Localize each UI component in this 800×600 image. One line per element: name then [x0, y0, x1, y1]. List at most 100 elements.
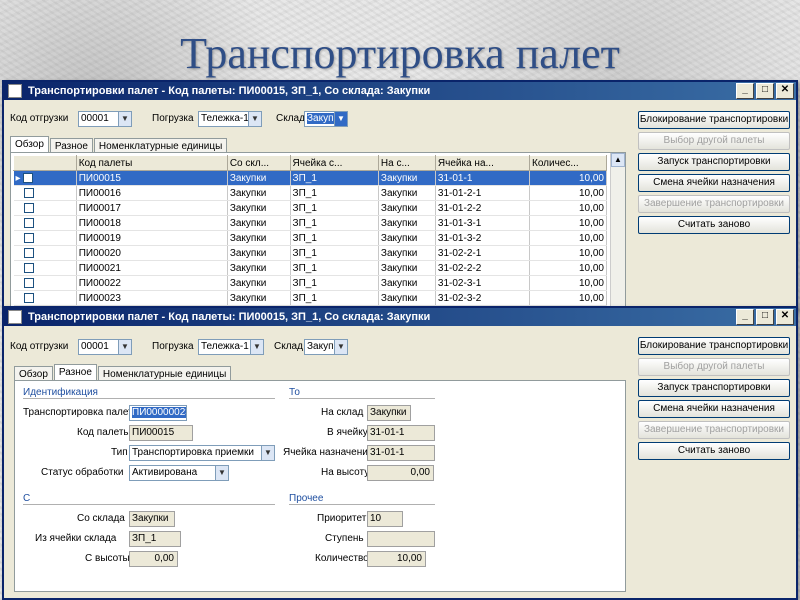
transport-field[interactable]: ПИ00000023: [129, 405, 187, 421]
row-checkbox[interactable]: [23, 217, 34, 228]
maximize-icon[interactable]: □: [756, 83, 774, 99]
chevron-down-icon[interactable]: ▼: [250, 340, 263, 354]
section-divider: [289, 504, 435, 505]
pallet-field: ПИ00015: [129, 425, 193, 441]
kod-label: Код отгрузки: [10, 341, 69, 352]
chevron-down-icon[interactable]: ▼: [248, 112, 261, 126]
transport-window-misc: Транспортировки палет - Код палеты: ПИ00…: [2, 306, 798, 600]
row-checkbox[interactable]: [23, 172, 34, 183]
section-ident: Идентификация: [23, 387, 98, 398]
start-transport-button[interactable]: Запуск транспортировки: [638, 379, 790, 397]
stepen-field: [367, 531, 435, 547]
to-cell-label: В ячейку: [327, 427, 368, 438]
reload-button[interactable]: Считать заново: [638, 442, 790, 460]
chevron-down-icon[interactable]: ▼: [334, 112, 347, 126]
from-cell-field: ЗП_1: [129, 531, 181, 547]
pogruzka-label: Погрузка: [152, 341, 194, 352]
slide-title: Транспортировка палет: [180, 29, 620, 78]
column-header[interactable]: На с...: [377, 155, 436, 171]
qty-field: 10,00: [367, 551, 426, 567]
chevron-down-icon[interactable]: ▼: [261, 446, 274, 460]
column-header[interactable]: Код палеты: [75, 155, 228, 171]
pogruzka-label: Погрузка: [152, 113, 194, 124]
maximize-icon[interactable]: □: [756, 309, 774, 325]
pallet-label: Код палеты: [77, 427, 131, 438]
to-cell-field: 31-01-1: [367, 425, 435, 441]
block-transport-button[interactable]: Блокирование транспортировки: [638, 337, 790, 355]
kod-field[interactable]: 00001 ▼: [78, 339, 132, 355]
choose-pallet-button[interactable]: Выбор другой палеты: [638, 358, 790, 376]
row-checkbox[interactable]: [23, 277, 34, 288]
type-select[interactable]: Транспортировка приемки ▼: [129, 445, 275, 461]
from-height-label: С высоты: [85, 553, 130, 564]
chevron-down-icon[interactable]: ▼: [118, 112, 131, 126]
sklad-label: Склад: [274, 341, 303, 352]
transport-window-overview: Транспортировки палет - Код палеты: ПИ00…: [2, 80, 798, 310]
from-sklad-field: Закупки: [129, 511, 175, 527]
table-row[interactable]: ПИ00022 Закупки ЗП_1 Закупки 31-02-3-1 10,00: [13, 275, 607, 291]
section-from: С: [23, 493, 31, 504]
to-dest-label: Ячейка назначения: [283, 447, 374, 458]
priority-field: 10: [367, 511, 403, 527]
chevron-down-icon[interactable]: ▼: [334, 340, 347, 354]
sklad-field[interactable]: Закупки ▼: [304, 339, 348, 355]
pogruzka-field[interactable]: Тележка-1 ▼: [198, 111, 262, 127]
table-row[interactable]: ПИ00016 Закупки ЗП_1 Закупки 31-01-2-1 10,00: [13, 185, 607, 201]
chevron-down-icon[interactable]: ▼: [118, 340, 131, 354]
column-header[interactable]: Ячейка на...: [434, 155, 531, 171]
table-row[interactable]: ПИ00019 Закупки ЗП_1 Закупки 31-01-3-2 10,00: [13, 230, 607, 246]
close-icon[interactable]: ✕: [776, 309, 794, 325]
pallet-grid: Код палеты Со скл... Ячейка с... На с...…: [13, 155, 607, 306]
kod-field[interactable]: 00001 ▼: [78, 111, 132, 127]
finish-transport-button[interactable]: Завершение транспортировки: [638, 195, 790, 213]
from-height-field: 0,00: [129, 551, 178, 567]
change-cell-button[interactable]: Смена ячейки назначения: [638, 400, 790, 418]
row-checkbox[interactable]: [23, 262, 34, 273]
grid-scrollbar[interactable]: ▲: [610, 153, 625, 307]
window-title: Транспортировки палет - Код палеты: ПИ00…: [28, 311, 431, 323]
table-row[interactable]: ПИ00020 Закупки ЗП_1 Закупки 31-02-2-1 10,00: [13, 245, 607, 261]
change-cell-button[interactable]: Смена ячейки назначения: [638, 174, 790, 192]
table-row[interactable]: ПИ00017 Закупки ЗП_1 Закупки 31-01-2-2 10,00: [13, 200, 607, 216]
reload-button[interactable]: Считать заново: [638, 216, 790, 234]
table-row[interactable]: ПИ00018 Закупки ЗП_1 Закупки 31-01-3-1 10,00: [13, 215, 607, 231]
status-label: Статус обработки: [41, 467, 124, 478]
table-row[interactable]: ПИ00021 Закупки ЗП_1 Закупки 31-02-2-2 10,00: [13, 260, 607, 276]
to-sklad-field: Закупки: [367, 405, 411, 421]
column-header[interactable]: [13, 155, 77, 171]
status-select[interactable]: Активирована ▼: [129, 465, 229, 481]
section-divider: [289, 398, 435, 399]
table-row[interactable]: ▸ ПИ00015 Закупки ЗП_1 Закупки 31-01-1 10,00: [13, 170, 607, 186]
row-checkbox[interactable]: [23, 202, 34, 213]
kod-label: Код отгрузки: [10, 113, 69, 124]
window-titlebar: Транспортировки палет - Код палеты: ПИ00…: [4, 82, 796, 100]
misc-panel: Идентификация Транспортировка палеты ПИ0…: [14, 380, 626, 592]
choose-pallet-button[interactable]: Выбор другой палеты: [638, 132, 790, 150]
row-checkbox[interactable]: [23, 187, 34, 198]
sklad-field[interactable]: Закупк ▼: [304, 111, 348, 127]
to-dest-field: 31-01-1: [367, 445, 435, 461]
stepen-label: Ступень: [325, 533, 364, 544]
from-cell-label: Из ячейки склада: [35, 533, 117, 544]
close-icon[interactable]: ✕: [776, 83, 794, 99]
column-header[interactable]: Количес...: [529, 155, 607, 171]
section-divider: [23, 504, 275, 505]
row-checkbox[interactable]: [23, 292, 34, 303]
block-transport-button[interactable]: Блокирование транспортировки: [638, 111, 790, 129]
overview-panel: Код палеты Со скл... Ячейка с... На с...…: [10, 152, 626, 310]
minimize-icon[interactable]: _: [736, 309, 754, 325]
column-header[interactable]: Со скл...: [226, 155, 291, 171]
column-header[interactable]: Ячейка с...: [289, 155, 379, 171]
finish-transport-button[interactable]: Завершение транспортировки: [638, 421, 790, 439]
minimize-icon[interactable]: _: [736, 83, 754, 99]
row-checkbox[interactable]: [23, 247, 34, 258]
chevron-down-icon[interactable]: ▼: [215, 466, 228, 480]
window-titlebar: Транспортировки палет - Код палеты: ПИ00…: [4, 308, 796, 326]
start-transport-button[interactable]: Запуск транспортировки: [638, 153, 790, 171]
pogruzka-field[interactable]: Тележка-1 ▼: [198, 339, 264, 355]
from-sklad-label: Со склада: [77, 513, 125, 524]
table-row[interactable]: ПИ00023 Закупки ЗП_1 Закупки 31-02-3-2 10,00: [13, 290, 607, 306]
scroll-up-icon[interactable]: ▲: [611, 153, 625, 167]
to-sklad-label: На склад: [321, 407, 364, 418]
row-checkbox[interactable]: [23, 232, 34, 243]
